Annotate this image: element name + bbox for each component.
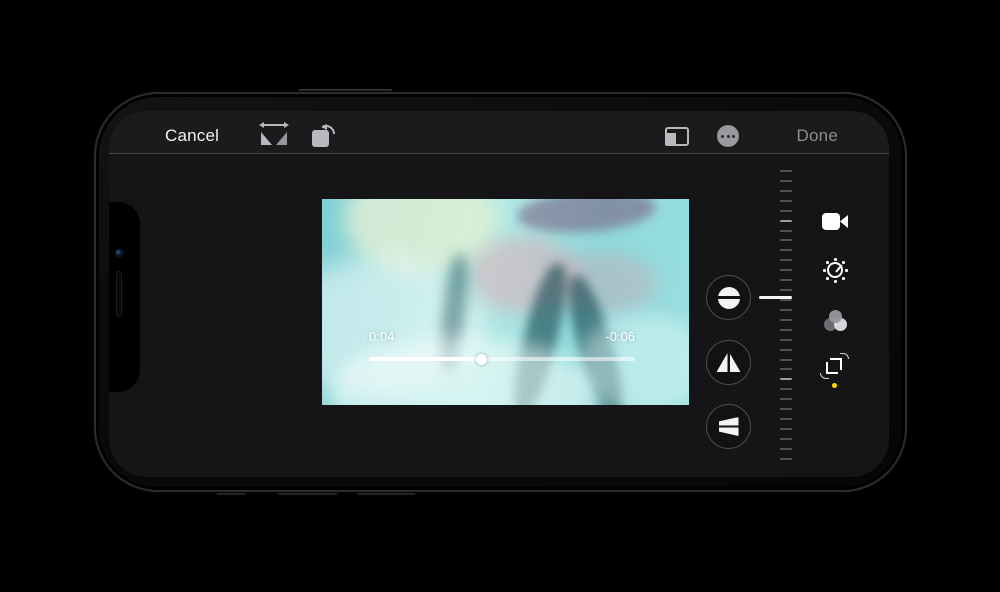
dial-tick (780, 200, 792, 202)
dial-tick (780, 299, 792, 301)
dial-tick (780, 279, 792, 281)
cancel-button[interactable]: Cancel (165, 126, 219, 146)
dial-tick (780, 408, 792, 410)
dial-tick (780, 190, 792, 192)
tab-video[interactable] (822, 213, 848, 230)
dial-tick (780, 319, 792, 321)
rotate-icon[interactable] (312, 124, 336, 147)
dial-tick (780, 230, 792, 232)
remaining-time: -0:06 (605, 329, 635, 344)
scrubber-progress-fill (369, 357, 481, 361)
vertical-perspective-icon (717, 353, 741, 372)
dial-tick (780, 368, 792, 370)
dial-tick (780, 210, 792, 212)
dial-tick (780, 378, 792, 380)
dial-tick (780, 220, 792, 222)
tab-adjust[interactable] (822, 257, 848, 283)
aspect-ratio-icon[interactable] (665, 127, 689, 146)
crop-handle-top-left[interactable] (322, 199, 338, 215)
tab-filters[interactable] (824, 310, 848, 331)
crop-modified-badge (832, 383, 837, 388)
dial-tick (780, 329, 792, 331)
crop-handle-bottom-left[interactable] (322, 389, 338, 405)
dial-tick (780, 339, 792, 341)
front-camera (115, 249, 124, 258)
dial-tick (780, 180, 792, 182)
scrubber-playhead[interactable] (476, 354, 487, 365)
stage: Cancel Done (0, 0, 1000, 592)
dial-tick (780, 289, 792, 291)
vertical-perspective-button[interactable] (706, 340, 751, 385)
elapsed-time: 0:04 (369, 329, 394, 344)
done-button[interactable]: Done (797, 126, 838, 146)
earpiece-speaker (116, 271, 122, 317)
horizontal-perspective-icon (719, 417, 739, 436)
notch (109, 202, 140, 392)
dial-tick (780, 398, 792, 400)
dial-tick (780, 269, 792, 271)
dial-tick (780, 438, 792, 440)
crop-handle-bottom-right[interactable] (673, 389, 689, 405)
dial-tick (780, 428, 792, 430)
dial-value-indicator (759, 296, 792, 299)
dial-tick (780, 239, 792, 241)
horizontal-perspective-button[interactable] (706, 404, 751, 449)
dial-tick (780, 418, 792, 420)
dial-tick (780, 249, 792, 251)
scrubber-track[interactable] (369, 357, 635, 361)
video-preview[interactable]: 0:04 -0:06 (322, 199, 689, 405)
dial-tick (780, 349, 792, 351)
dial-tick (780, 458, 792, 460)
dial-tick (780, 388, 792, 390)
scrubber-times: 0:04 -0:06 (369, 329, 635, 344)
toolbar: Cancel Done (109, 111, 889, 154)
dial-tick (780, 170, 792, 172)
iphone-frame: Cancel Done (94, 92, 907, 492)
dial-tick (780, 359, 792, 361)
screen: Cancel Done (109, 111, 889, 477)
more-options-icon[interactable] (717, 125, 739, 147)
flip-horizontal-icon[interactable] (260, 123, 288, 145)
dial-tick (780, 309, 792, 311)
straighten-icon (718, 287, 740, 309)
dial-tick (780, 259, 792, 261)
straighten-dial[interactable] (780, 170, 792, 460)
tab-crop[interactable] (823, 356, 847, 380)
dial-tick (780, 448, 792, 450)
crop-handle-top-right[interactable] (673, 199, 689, 215)
straighten-button[interactable] (706, 275, 751, 320)
